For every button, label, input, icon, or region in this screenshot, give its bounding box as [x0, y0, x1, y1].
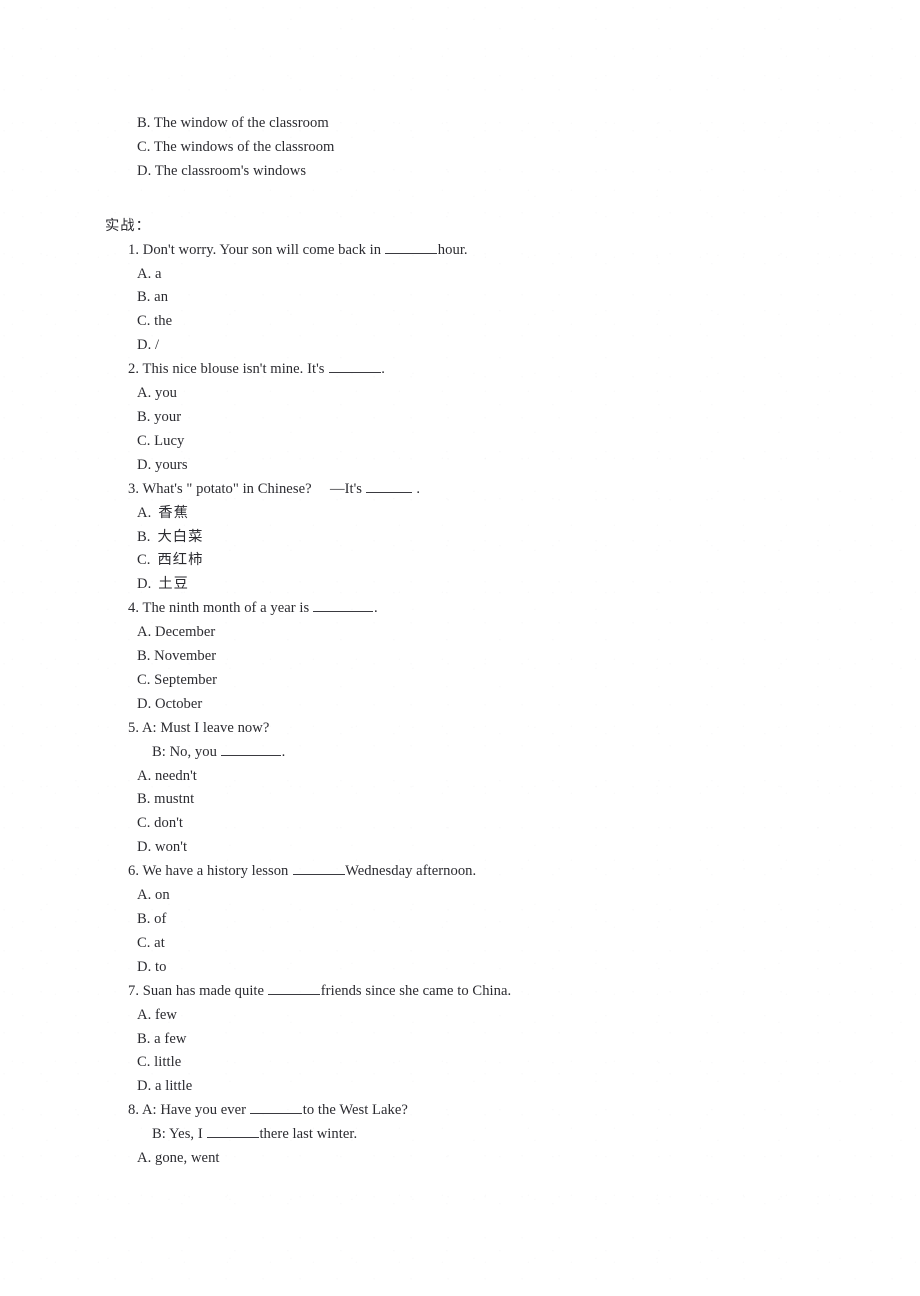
option-6-c: C. at — [137, 934, 165, 951]
document-page: B. The window of the classroom C. The wi… — [0, 0, 920, 1296]
option-text-cjk: 大白菜 — [157, 528, 204, 545]
option-7-c: C. little — [137, 1054, 182, 1071]
question-stem-6: 6. We have a history lesson Wednesday af… — [128, 860, 805, 884]
option-2-b: B. your — [137, 408, 182, 425]
answer-blank — [268, 980, 321, 995]
stem-text: 3. What's " potato" in Chinese? —It's — [128, 480, 366, 497]
stem-text: 8. A: Have you ever — [128, 1102, 250, 1119]
option-6-d: D. to — [137, 958, 167, 975]
stem-text: B: Yes, I — [152, 1126, 207, 1143]
stem-text: 2. This nice blouse isn't mine. It's — [128, 361, 329, 378]
answer-blank — [328, 359, 381, 374]
option-2-a: A. you — [137, 385, 178, 402]
answer-blank — [385, 239, 438, 254]
option-text-cjk: 土豆 — [158, 576, 189, 593]
stem-text-tail: hour. — [437, 241, 468, 258]
stem-text-tail: Wednesday afternoon. — [345, 863, 477, 880]
stem-text-tail: friends since she came to China. — [320, 982, 512, 999]
answer-blank — [221, 741, 282, 756]
stem-text: 4. The ninth month of a year is — [128, 600, 313, 617]
question-stem-8: 8. A: Have you ever to the West Lake? — [128, 1099, 805, 1123]
option-5-d: D. won't — [137, 839, 188, 856]
question-stem-8-reply: B: Yes, I there last winter. — [152, 1123, 805, 1147]
stem-text: B: No, you — [152, 743, 221, 760]
option-3-a: A. 香蕉 — [137, 502, 805, 526]
option-7-d: D. a little — [137, 1078, 193, 1095]
option-4-a: A. December — [137, 624, 216, 641]
option-text-cjk: 西红柿 — [157, 552, 204, 569]
option-1-d: D. / — [137, 337, 160, 354]
option-letter: A. — [137, 504, 152, 521]
stem-text-tail: . — [373, 600, 378, 617]
option-3-d: D. 土豆 — [137, 573, 805, 597]
carryover-option: C. The windows of the classroom — [137, 138, 335, 155]
question-stem-3: 3. What's " potato" in Chinese? —It's . — [128, 478, 805, 502]
option-1-b: B. an — [137, 289, 169, 306]
option-3-b: B. 大白菜 — [137, 526, 805, 550]
answer-blank — [366, 478, 413, 493]
stem-text-tail: . — [381, 361, 385, 378]
option-2-d: D. yours — [137, 456, 188, 473]
option-7-a: A. few — [137, 1006, 178, 1023]
option-1-c: C. the — [137, 313, 173, 330]
stem-text: 6. We have a history lesson — [128, 863, 293, 880]
option-3-c: C. 西红柿 — [137, 549, 805, 573]
option-5-c: C. don't — [137, 815, 184, 832]
answer-blank — [292, 861, 345, 876]
section-heading: 实战： — [105, 217, 151, 234]
option-2-c: C. Lucy — [137, 432, 185, 449]
question-stem-4: 4. The ninth month of a year is . — [128, 597, 805, 621]
answer-blank — [206, 1124, 259, 1139]
stem-text-tail: there last winter. — [259, 1126, 358, 1143]
worksheet-body: B. The window of the classroom C. The wi… — [105, 112, 805, 1171]
option-letter: C. — [137, 552, 151, 569]
option-8-a: A. gone, went — [137, 1150, 220, 1167]
option-4-c: C. September — [137, 671, 218, 688]
option-6-b: B. of — [137, 911, 167, 927]
option-text-cjk: 香蕉 — [158, 504, 189, 521]
stem-text-tail: . — [281, 743, 286, 760]
question-stem-1: 1. Don't worry. Your son will come back … — [128, 239, 805, 263]
option-4-d: D. October — [137, 695, 203, 712]
stem-text: 7. Suan has made quite — [128, 982, 268, 999]
option-letter: D. — [137, 576, 152, 593]
option-7-b: B. a few — [137, 1030, 187, 1047]
option-6-a: A. on — [137, 887, 170, 904]
option-5-b: B. mustnt — [137, 791, 195, 808]
question-stem-7: 7. Suan has made quite friends since she… — [128, 980, 805, 1004]
stem-text: 1. Don't worry. Your son will come back … — [128, 241, 385, 258]
option-4-b: B. November — [137, 648, 217, 665]
question-stem-5-reply: B: No, you . — [152, 741, 805, 765]
stem-text-tail: . — [412, 480, 421, 497]
answer-blank — [313, 598, 374, 613]
question-stem-5: 5. A: Must I leave now? — [128, 719, 270, 736]
carryover-option: D. The classroom's windows — [137, 162, 307, 179]
option-5-a: A. needn't — [137, 767, 197, 784]
carryover-option: B. The window of the classroom — [137, 115, 329, 131]
option-letter: B. — [137, 528, 151, 545]
answer-blank — [250, 1100, 303, 1115]
stem-text-tail: to the West Lake? — [302, 1102, 408, 1119]
option-1-a: A. a — [137, 265, 162, 282]
question-stem-2: 2. This nice blouse isn't mine. It's . — [128, 358, 805, 382]
